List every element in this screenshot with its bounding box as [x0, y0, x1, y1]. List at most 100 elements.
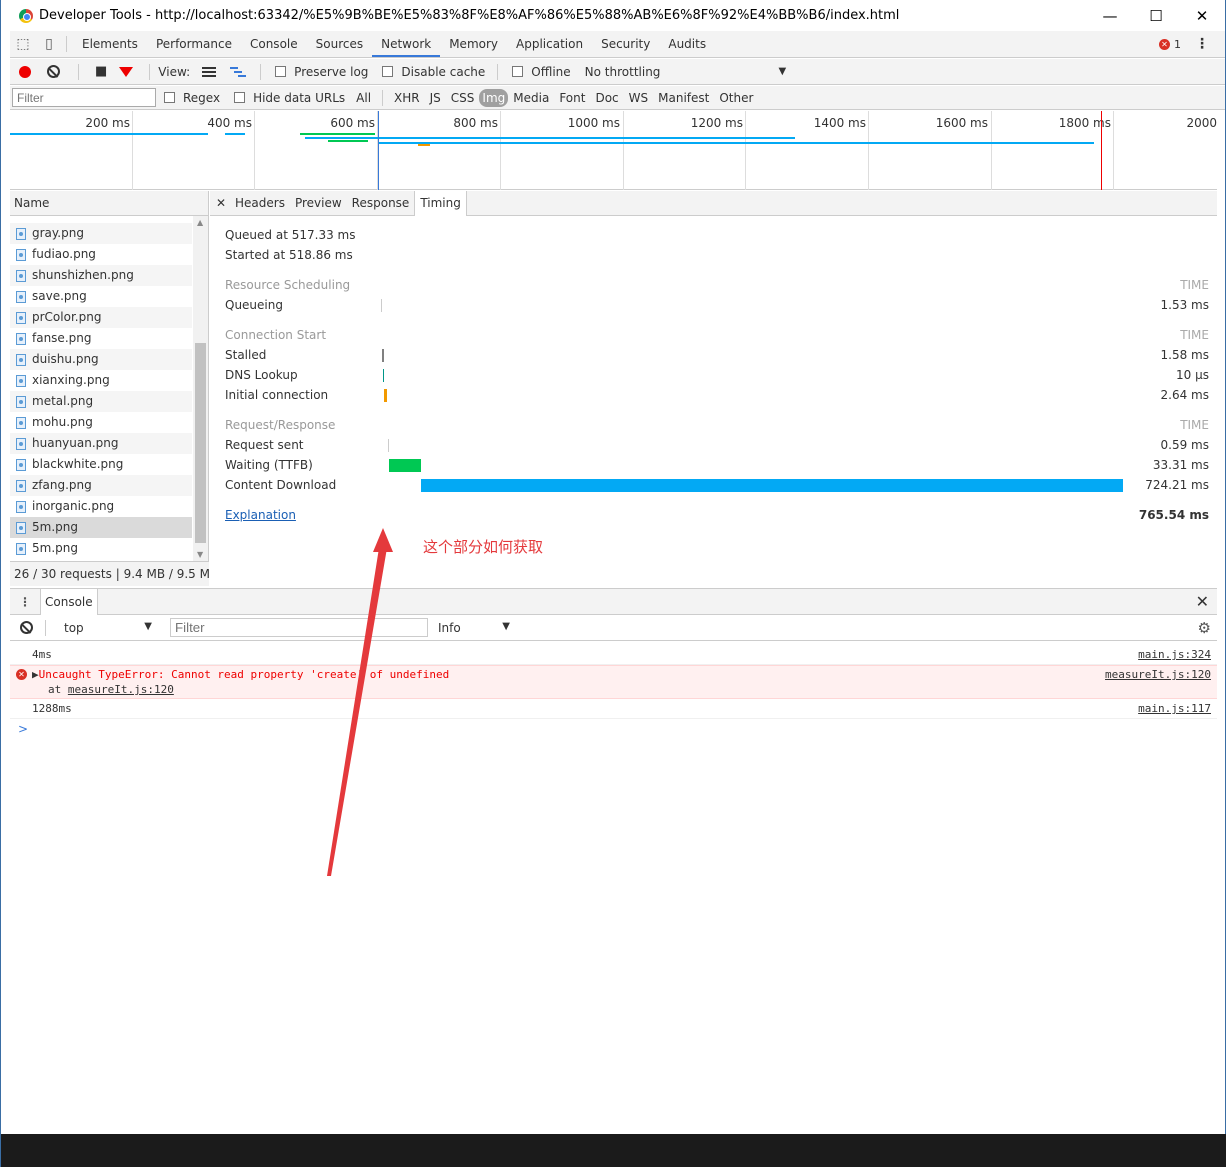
- context-select[interactable]: top ▼: [64, 621, 152, 635]
- preserve-log-label: Preserve log: [294, 64, 369, 79]
- gear-icon[interactable]: ⚙: [1198, 619, 1211, 637]
- scroll-down-icon[interactable]: ▼: [197, 550, 203, 559]
- timing-row: Queueing 1.53 ms: [225, 295, 1209, 315]
- close-detail-icon[interactable]: ✕: [212, 196, 230, 210]
- clear-icon[interactable]: [47, 65, 60, 78]
- regex-checkbox[interactable]: [164, 92, 175, 103]
- network-main: Name gray.png fudiao.png shunshizhen.png…: [10, 190, 1217, 586]
- tab-performance[interactable]: Performance: [147, 31, 241, 57]
- tab-sources[interactable]: Sources: [307, 31, 372, 57]
- offline-checkbox[interactable]: [512, 66, 524, 77]
- log-level-select[interactable]: Info ▼: [438, 621, 510, 635]
- request-row[interactable]: mohu.png: [10, 412, 192, 433]
- close-drawer-icon[interactable]: ✕: [1196, 592, 1209, 611]
- tab-timing[interactable]: Timing: [414, 190, 467, 216]
- filter-icon[interactable]: [119, 66, 134, 77]
- type-manifest[interactable]: Manifest: [653, 89, 714, 107]
- device-toolbar-icon[interactable]: ▯: [36, 31, 62, 57]
- network-overview[interactable]: 200 ms 400 ms 600 ms 800 ms 1000 ms 1200…: [10, 111, 1217, 190]
- tab-response[interactable]: Response: [347, 191, 415, 216]
- request-row[interactable]: 5m.png: [10, 538, 192, 559]
- stack-link[interactable]: measureIt.js:120: [68, 683, 174, 696]
- request-row[interactable]: prColor.png: [10, 307, 192, 328]
- type-doc[interactable]: Doc: [590, 89, 623, 107]
- overview-icon[interactable]: [230, 66, 247, 77]
- type-media[interactable]: Media: [508, 89, 554, 107]
- scroll-up-icon[interactable]: ▲: [197, 218, 203, 227]
- console-tab[interactable]: Console: [40, 588, 98, 615]
- request-row[interactable]: gray.png: [10, 223, 192, 244]
- type-xhr[interactable]: XHR: [389, 89, 425, 107]
- request-row[interactable]: fudiao.png: [10, 244, 192, 265]
- request-list-items: gray.png fudiao.png shunshizhen.png save…: [10, 216, 192, 561]
- filter-input[interactable]: [12, 88, 156, 107]
- type-all[interactable]: All: [351, 89, 376, 107]
- divider: [382, 89, 384, 106]
- minimize-button[interactable]: —: [1087, 0, 1133, 31]
- type-img[interactable]: Img: [479, 88, 509, 107]
- tab-elements[interactable]: Elements: [73, 31, 147, 57]
- request-row[interactable]: save.png: [10, 286, 192, 307]
- more-options-icon[interactable]: ⋮: [1195, 36, 1209, 52]
- request-row[interactable]: xianxing.png: [10, 370, 192, 391]
- throttling-select[interactable]: No throttling ▼: [585, 65, 786, 79]
- tab-application[interactable]: Application: [507, 31, 592, 57]
- timing-label: Request sent: [225, 438, 304, 452]
- request-row[interactable]: blackwhite.png: [10, 454, 192, 475]
- inspect-element-icon[interactable]: ⬚: [10, 31, 36, 57]
- close-button[interactable]: ✕: [1179, 0, 1225, 31]
- timing-row: Request sent 0.59 ms: [225, 435, 1209, 455]
- tab-audits[interactable]: Audits: [659, 31, 715, 57]
- type-js[interactable]: JS: [425, 89, 446, 107]
- overview-tick-label: 1400 ms: [813, 116, 866, 130]
- preserve-log-checkbox[interactable]: [275, 66, 287, 77]
- image-file-icon: [16, 437, 26, 450]
- tab-network[interactable]: Network: [372, 31, 441, 57]
- disable-cache-checkbox[interactable]: [382, 66, 394, 77]
- type-css[interactable]: CSS: [446, 89, 480, 107]
- type-other[interactable]: Other: [714, 89, 758, 107]
- scrollbar-thumb[interactable]: [195, 343, 206, 543]
- name-column-header[interactable]: Name: [10, 191, 208, 216]
- request-row[interactable]: shunshizhen.png: [10, 265, 192, 286]
- large-rows-icon[interactable]: [202, 66, 217, 77]
- section-header: Request/Response TIME: [225, 415, 1209, 435]
- time-header: TIME: [1180, 418, 1209, 432]
- request-name: save.png: [32, 289, 87, 303]
- expand-arrow-icon[interactable]: ▶: [32, 668, 39, 681]
- console-filter-input[interactable]: [170, 618, 428, 637]
- request-row[interactable]: duishu.png: [10, 349, 192, 370]
- tab-preview[interactable]: Preview: [290, 191, 347, 216]
- tab-security[interactable]: Security: [592, 31, 659, 57]
- request-row[interactable]: zfang.png: [10, 475, 192, 496]
- request-name: 5m.png: [32, 520, 78, 534]
- image-file-icon: [16, 374, 26, 387]
- tab-console[interactable]: Console: [241, 31, 307, 57]
- console-prompt[interactable]: >: [10, 719, 1217, 739]
- type-font[interactable]: Font: [554, 89, 590, 107]
- tab-headers[interactable]: Headers: [230, 191, 290, 216]
- type-ws[interactable]: WS: [624, 89, 653, 107]
- started-at: Started at 518.86 ms: [225, 248, 353, 262]
- clear-console-icon[interactable]: [20, 621, 33, 634]
- message-source-link[interactable]: main.js:324: [1138, 645, 1211, 664]
- error-count-badge[interactable]: ✕ 1: [1159, 38, 1181, 51]
- drawer-menu-icon[interactable]: ⋮: [10, 595, 40, 609]
- request-list-scrollbar[interactable]: ▲ ▼: [193, 216, 208, 561]
- capture-screenshots-icon[interactable]: ■: [95, 64, 107, 79]
- request-row[interactable]: fanse.png: [10, 328, 192, 349]
- message-source-link[interactable]: main.js:117: [1138, 699, 1211, 718]
- record-icon[interactable]: [19, 65, 31, 78]
- request-row[interactable]: huanyuan.png: [10, 433, 192, 454]
- image-file-icon: [16, 353, 26, 366]
- explanation-link[interactable]: Explanation: [225, 508, 296, 522]
- request-row[interactable]: inorganic.png: [10, 496, 192, 517]
- request-row-selected[interactable]: 5m.png: [10, 517, 192, 538]
- tab-memory[interactable]: Memory: [440, 31, 507, 57]
- hide-data-urls-checkbox[interactable]: [234, 92, 246, 103]
- context-value: top: [64, 620, 84, 635]
- maximize-button[interactable]: ☐: [1133, 0, 1179, 31]
- request-detail: ✕ Headers Preview Response Timing Queued…: [210, 190, 1217, 586]
- message-source-link[interactable]: measureIt.js:120: [1105, 667, 1211, 682]
- request-row[interactable]: metal.png: [10, 391, 192, 412]
